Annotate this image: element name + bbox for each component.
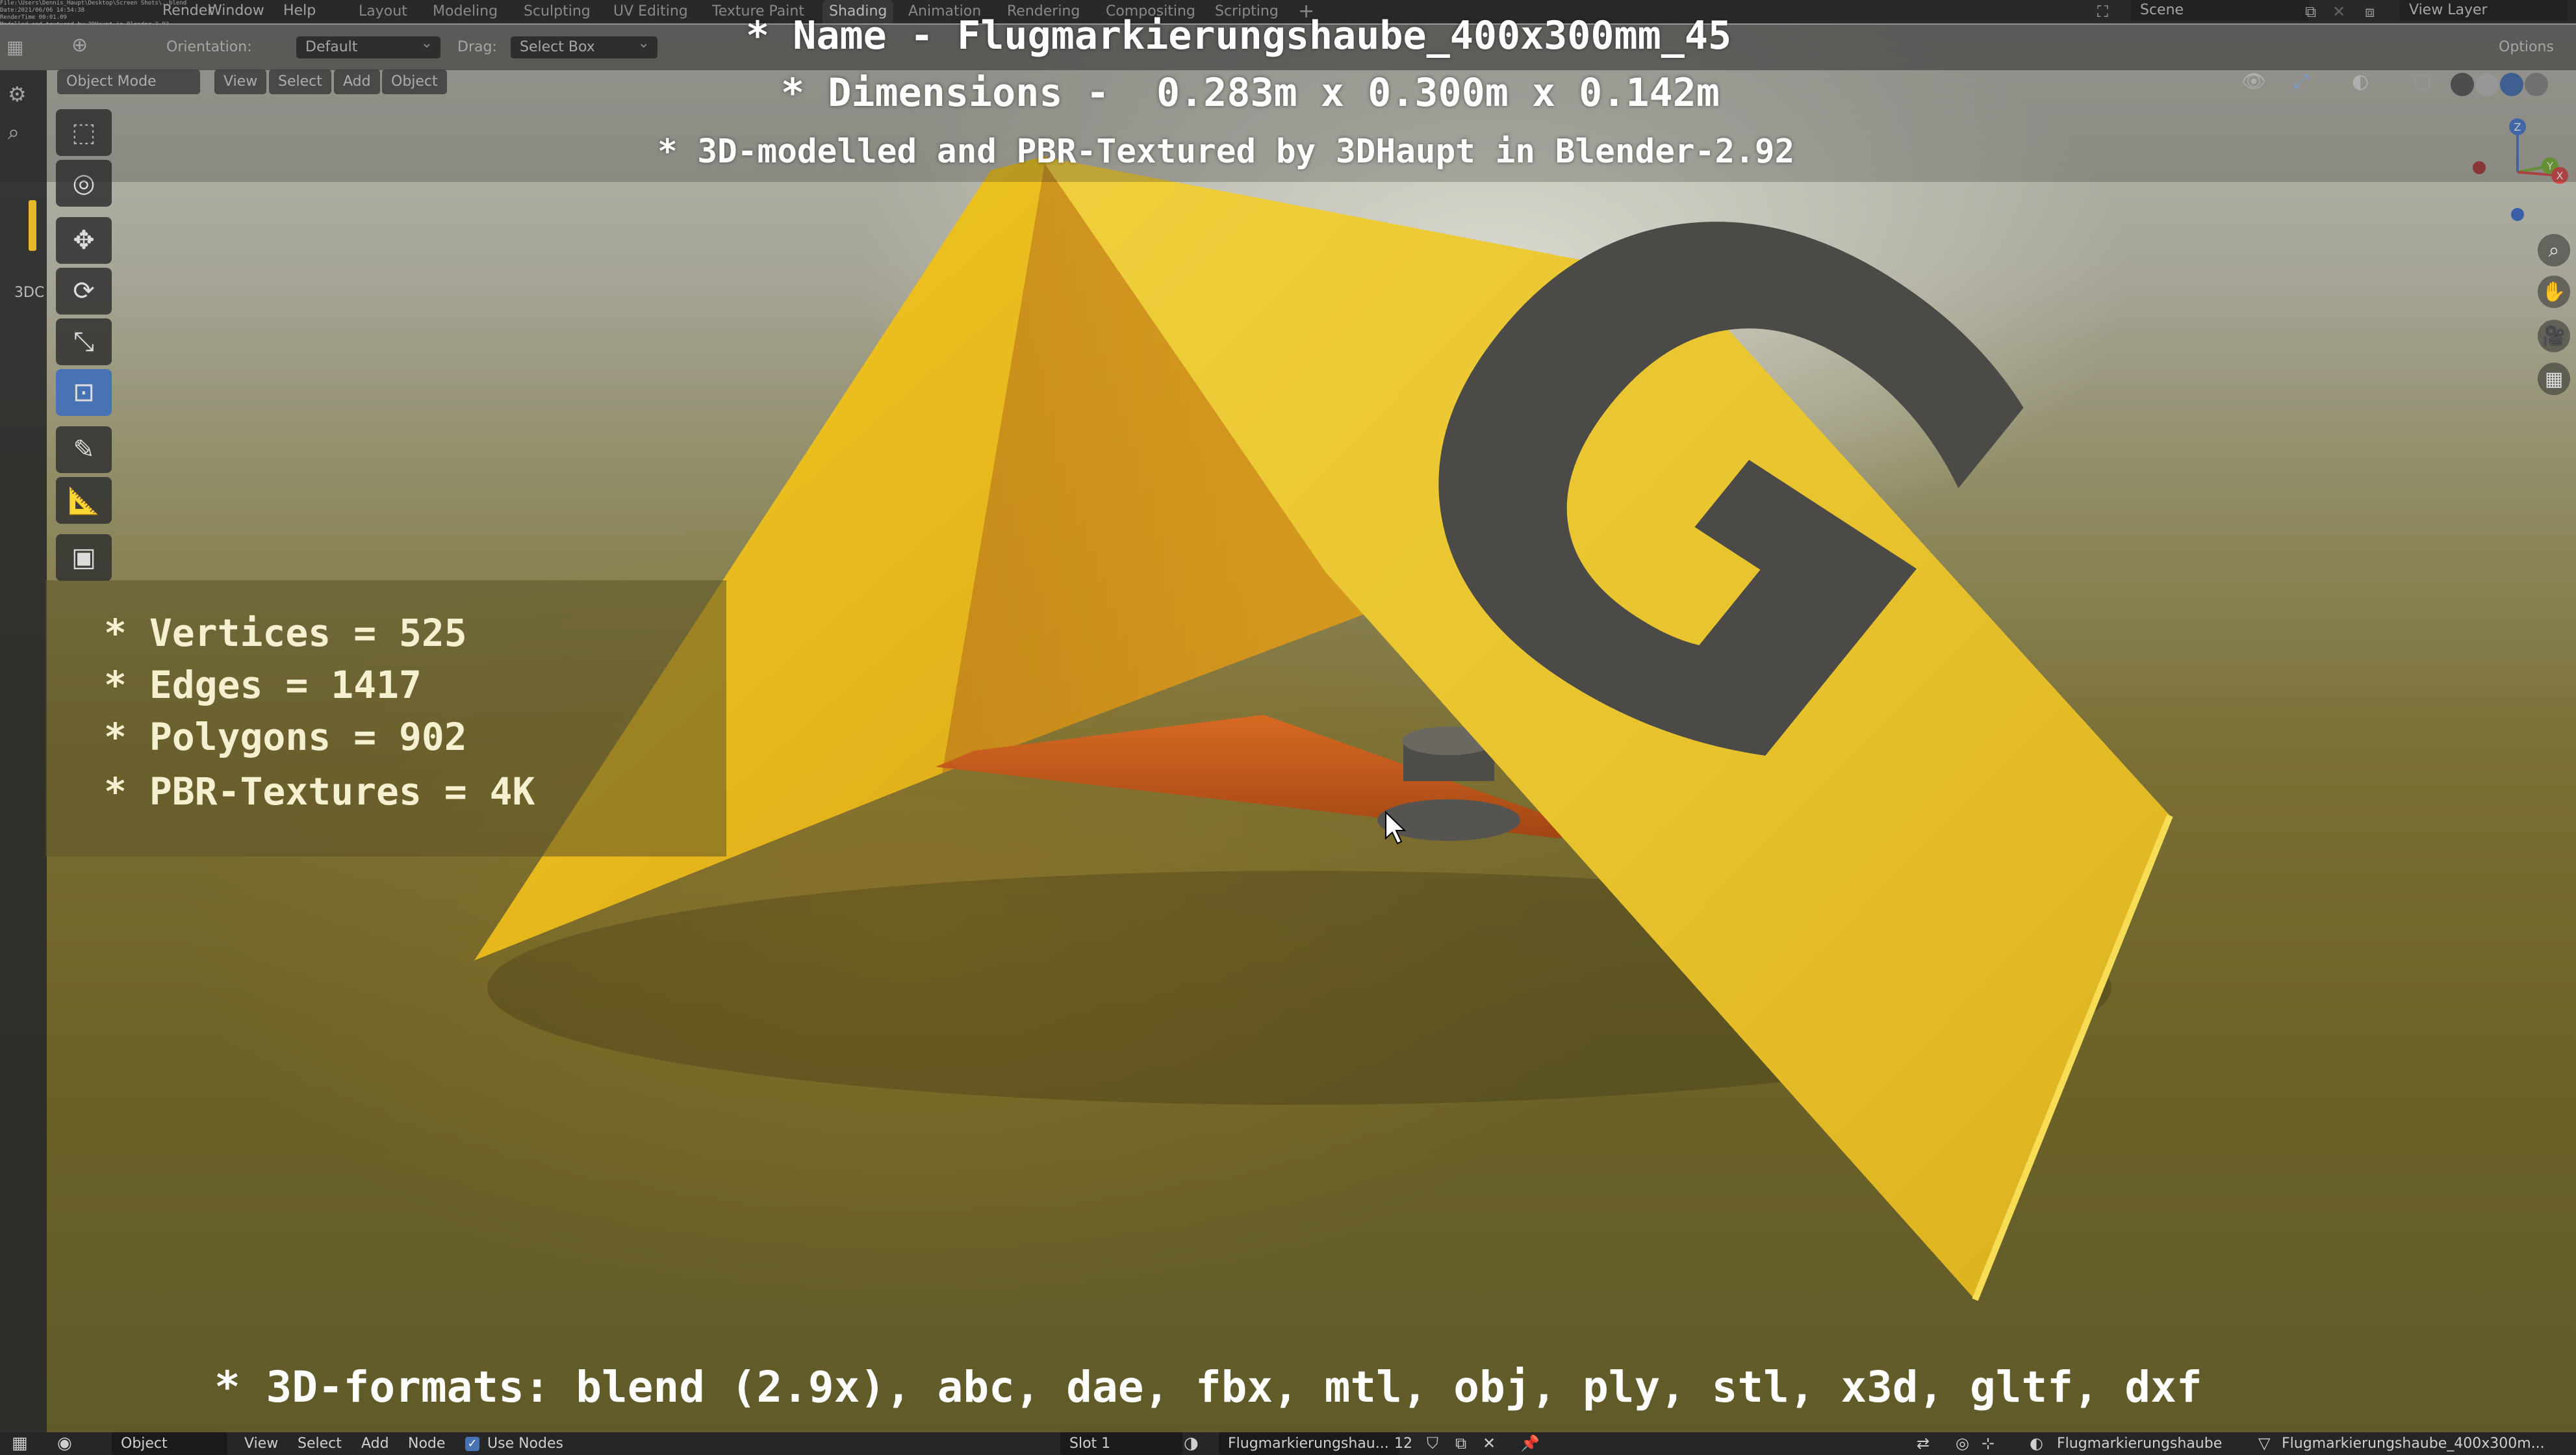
unlink-material-icon[interactable]: ✕ <box>1483 1432 1496 1455</box>
object-name-label[interactable]: Flugmarkierungshaube <box>2057 1432 2222 1455</box>
grid-icon[interactable]: ▦ <box>2538 363 2570 395</box>
material-name-field[interactable]: Flugmarkierungshau... <box>1219 1432 1399 1455</box>
bottom-status-bar: ▦ ◉ Object View Select Add Node ✓ Use No… <box>0 1432 2576 1455</box>
stat-edges: * Edges = 1417 <box>104 663 422 707</box>
object-mode-dropdown[interactable]: Object <box>112 1432 227 1455</box>
add-cube-tool-icon[interactable]: ▣ <box>56 534 112 581</box>
dimensions-line: * Dimensions - 0.283m x 0.300m x 0.142m <box>781 70 1720 116</box>
use-nodes-checkbox[interactable]: ✓ <box>465 1432 479 1455</box>
checkmark-icon: ✓ <box>465 1437 479 1451</box>
side-label: 3DC <box>14 285 45 301</box>
node-select-menu[interactable]: Select <box>298 1432 342 1455</box>
material-users-count[interactable]: 12 <box>1394 1432 1412 1455</box>
credit-line: * 3D-modelled and PBR-Textured by 3DHaup… <box>657 133 1795 171</box>
annotate-tool-icon[interactable]: ✎ <box>56 426 112 473</box>
left-editor-strip: ⚙ ⌕ 3DC <box>0 70 47 1435</box>
node-view-menu[interactable]: View <box>244 1432 278 1455</box>
editor-type-icon-bottom[interactable]: ▦ <box>12 1432 28 1455</box>
rotate-tool-icon[interactable]: ⟳ <box>56 268 112 315</box>
mesh-name-label[interactable]: Flugmarkierungshaube_400x300m... <box>2282 1432 2545 1455</box>
object-icon: ◐ <box>2030 1434 2043 1452</box>
proportional-icon[interactable]: ◎ <box>1956 1432 1969 1455</box>
stat-polygons: * Polygons = 902 <box>104 715 467 759</box>
measure-tool-icon[interactable]: 📐 <box>56 477 112 524</box>
pan-hand-icon[interactable]: ✋ <box>2538 276 2570 308</box>
camera-icon[interactable]: 🎥 <box>2538 320 2570 352</box>
scroll-indicator[interactable] <box>29 200 36 251</box>
stat-textures: * PBR-Textures = 4K <box>104 769 535 814</box>
fake-user-icon[interactable]: ⛉ <box>1427 1432 1438 1455</box>
material-sphere-icon[interactable]: ◑ <box>1184 1432 1199 1455</box>
node-menu[interactable]: Node <box>408 1432 445 1455</box>
transform-icon[interactable]: ⊹ <box>1982 1432 1995 1455</box>
pin-icon[interactable]: 📌 <box>1520 1432 1540 1455</box>
use-nodes-label: Use Nodes <box>487 1436 563 1452</box>
zoom-icon[interactable]: ⌕ <box>2538 234 2570 266</box>
slot-dropdown[interactable]: Slot 1 <box>1060 1432 1182 1455</box>
stat-vertices: * Vertices = 525 <box>104 611 467 655</box>
mesh-data-icon: ▽ <box>2258 1434 2271 1452</box>
duplicate-material-icon[interactable]: ⧉ <box>1455 1432 1466 1455</box>
scale-tool-icon[interactable]: ⤡ <box>56 318 112 365</box>
formats-line: * 3D-formats: blend (2.9x), abc, dae, fb… <box>214 1362 2202 1412</box>
move-tool-icon[interactable]: ✥ <box>56 217 112 264</box>
transform-tool-icon[interactable]: ⊡ <box>56 369 112 416</box>
node-add-menu[interactable]: Add <box>361 1432 389 1455</box>
snap-icon[interactable]: ⇄ <box>1917 1432 1930 1455</box>
shader-type-icon[interactable]: ◉ <box>57 1432 72 1455</box>
name-line: * Name - Flugmarkierungshaube_400x300mm_… <box>746 13 1732 58</box>
